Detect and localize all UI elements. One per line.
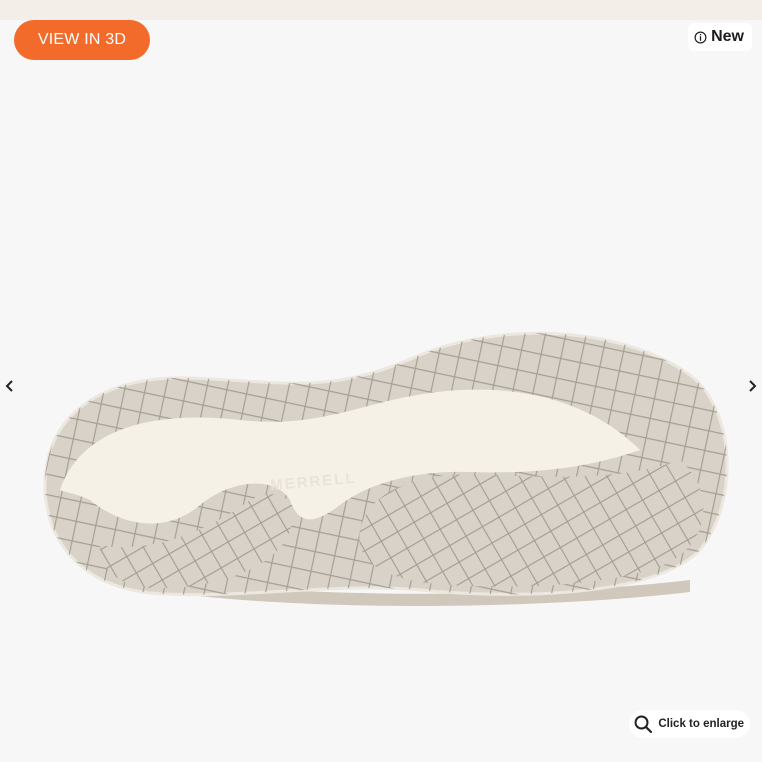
info-icon <box>694 31 707 43</box>
product-image[interactable]: MERRELL <box>0 300 762 620</box>
new-badge: New <box>688 23 752 51</box>
search-icon <box>634 715 653 734</box>
badge-label: New <box>711 28 744 45</box>
enlarge-label: Click to enlarge <box>658 718 744 730</box>
top-strip <box>0 0 762 20</box>
click-to-enlarge-button[interactable]: Click to enlarge <box>629 710 750 738</box>
view-in-3d-button[interactable]: VIEW IN 3D <box>14 20 150 60</box>
